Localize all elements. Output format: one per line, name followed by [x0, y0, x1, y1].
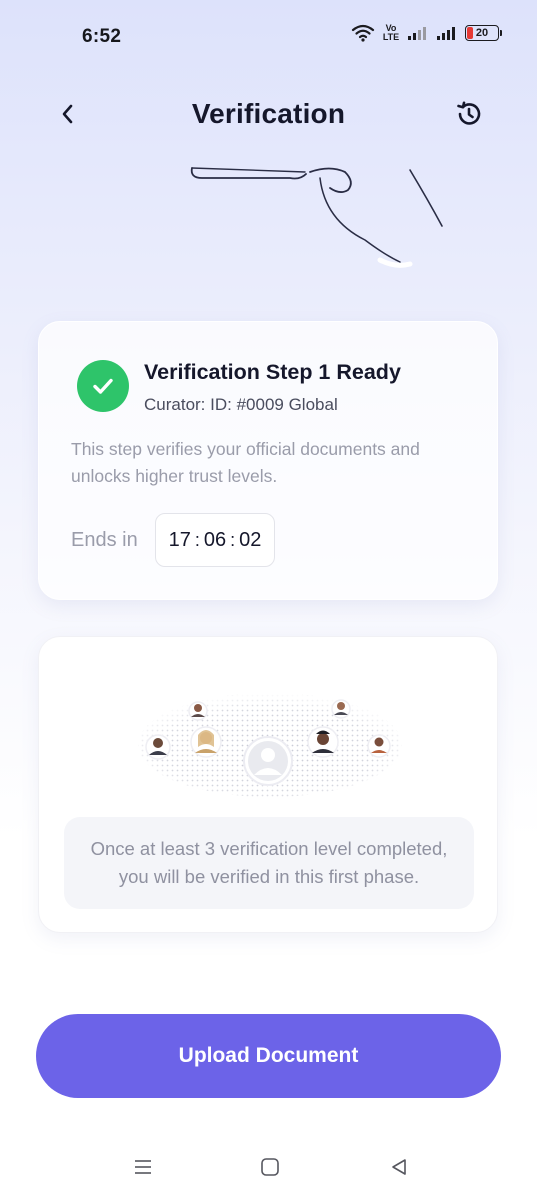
- signal-icon: [437, 27, 455, 40]
- system-back-button[interactable]: [379, 1152, 419, 1182]
- countdown-timer: 17 : 06 : 02: [155, 513, 275, 567]
- timer-seconds: 02: [239, 528, 262, 551]
- header: Verification: [0, 72, 537, 160]
- info-message-box: Once at least 3 verification level compl…: [64, 817, 474, 909]
- status-bar: 6:52 Vo LTE 20: [0, 0, 537, 72]
- timer-hours: 17: [168, 528, 191, 551]
- status-icons: Vo LTE 20: [351, 23, 502, 42]
- history-icon: [457, 101, 481, 125]
- battery-level: 20: [475, 27, 489, 39]
- system-nav-bar: [0, 1140, 537, 1199]
- volte-indicator: Vo LTE: [382, 23, 400, 42]
- avatar: [367, 734, 391, 758]
- back-triangle-icon: [392, 1159, 406, 1175]
- avatar-placeholder: [243, 736, 293, 786]
- hand-illustration: [190, 167, 443, 268]
- home-button[interactable]: [250, 1152, 290, 1182]
- info-message: Once at least 3 verification level compl…: [90, 838, 448, 887]
- curator-id: Curator: ID: #0009 Global: [144, 395, 338, 414]
- verification-description: This step verifies your official documen…: [71, 439, 420, 486]
- timer-separator: :: [194, 529, 200, 550]
- verification-card: Verification Step 1 Ready Curator: ID: #…: [38, 321, 498, 600]
- avatar: [331, 699, 351, 719]
- avatar: [190, 726, 222, 758]
- globe-avatars-icon: [138, 693, 402, 797]
- check-icon: [77, 360, 129, 412]
- battery-icon: 20: [465, 25, 502, 41]
- menu-button[interactable]: [123, 1152, 163, 1182]
- info-card: Once at least 3 verification level compl…: [38, 636, 498, 933]
- wifi-icon: [351, 24, 375, 42]
- timer-minutes: 06: [203, 528, 227, 551]
- timer-separator: :: [230, 529, 236, 550]
- ends-in-label: Ends in: [71, 529, 138, 551]
- signal-icon: [408, 27, 426, 40]
- checkmark-icon: [93, 378, 113, 394]
- avatar: [307, 726, 339, 758]
- avatar: [188, 701, 208, 721]
- avatar: [145, 734, 171, 760]
- status-time: 6:52: [82, 26, 122, 47]
- menu-icon: [135, 1160, 151, 1174]
- history-button[interactable]: [441, 86, 497, 142]
- battery-fill: [467, 27, 473, 39]
- verification-title: Verification Step 1 Ready: [144, 360, 401, 384]
- upload-document-button[interactable]: Upload Document: [36, 1014, 501, 1098]
- home-square-icon: [261, 1158, 279, 1176]
